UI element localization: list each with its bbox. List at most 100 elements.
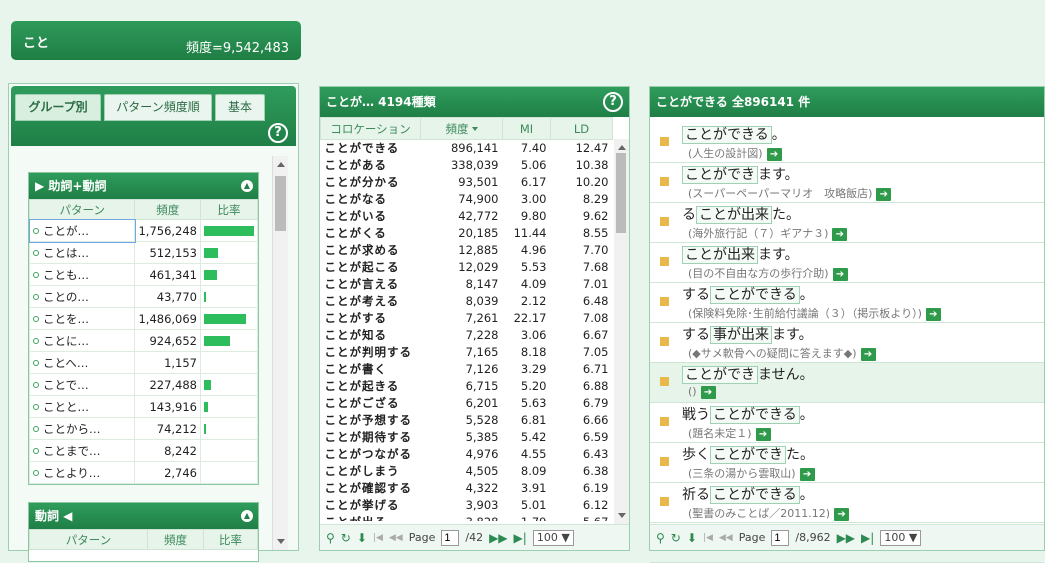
column-header-collocation[interactable]: コロケーション: [320, 117, 421, 140]
collocation-cell[interactable]: ことが期待する: [321, 429, 421, 446]
table-row[interactable]: ことより… 2,746: [28, 461, 258, 484]
table-row[interactable]: ことが求める 12,885 4.96 7.70: [321, 242, 613, 259]
open-source-icon[interactable]: ➔: [755, 427, 771, 441]
table-row[interactable]: ことが起こる 12,029 5.53 7.68: [321, 259, 613, 276]
refresh-icon[interactable]: ↻: [671, 531, 681, 545]
help-icon[interactable]: ?: [268, 123, 288, 143]
scroll-up-icon[interactable]: [618, 145, 626, 150]
table-row[interactable]: ことがしまう 4,505 8.09 6.38: [321, 463, 613, 480]
kwic-row[interactable]: 歩く ことができ た。 (三条の湯から雲取山) ➔: [650, 443, 1044, 483]
collocation-cell[interactable]: ことが予想する: [321, 412, 421, 429]
open-source-icon[interactable]: ➔: [700, 385, 716, 399]
open-source-icon[interactable]: ➔: [876, 187, 892, 201]
table-row[interactable]: ことが判明する 7,165 8.18 7.05: [321, 344, 613, 361]
next-page-icon[interactable]: ▶▶: [837, 531, 855, 545]
kwic-row[interactable]: 祈る ことができる。 (聖書のみことば／2011.12) ➔: [650, 483, 1044, 523]
column-header-mi[interactable]: MI: [502, 117, 551, 140]
collocation-cell[interactable]: ことが考える: [321, 293, 421, 310]
collocation-cell[interactable]: ことが挙げる: [321, 497, 421, 514]
column-header-pattern[interactable]: パターン: [29, 529, 148, 550]
pattern-cell[interactable]: ことと…: [28, 395, 136, 418]
pattern-cell[interactable]: ことから…: [28, 417, 136, 440]
table-row[interactable]: ことから… 74,212: [28, 417, 258, 440]
table-row[interactable]: ことに… 924,652: [28, 329, 258, 352]
table-row[interactable]: ことが確認する 4,322 3.91 6.19: [321, 480, 613, 497]
tab-pattern-frequency[interactable]: パターン頻度順: [104, 94, 212, 121]
open-source-icon[interactable]: ➔: [799, 467, 815, 481]
collapse-icon[interactable]: ▲: [241, 180, 253, 192]
open-source-icon[interactable]: ➔: [925, 307, 941, 321]
pattern-scrollbar[interactable]: [272, 156, 288, 550]
kwic-row[interactable]: 戦う ことができる。 (題名未定１) ➔: [650, 403, 1044, 443]
table-row[interactable]: ことがする 7,261 22.17 7.08: [321, 310, 613, 327]
prev-page-icon[interactable]: ◀◀: [719, 533, 733, 543]
table-row[interactable]: ことと… 143,916: [28, 395, 258, 418]
search-icon[interactable]: ⚲: [326, 531, 335, 545]
column-header-ratio[interactable]: 比率: [203, 529, 258, 550]
table-row[interactable]: ことが出る3,8281.795.67: [321, 514, 613, 521]
collapse-icon[interactable]: ▲: [241, 510, 253, 522]
open-source-icon[interactable]: ➔: [860, 347, 876, 361]
table-row[interactable]: ことが… 1,756,248: [28, 218, 258, 243]
column-header-frequency[interactable]: 頻度: [134, 199, 201, 220]
scroll-thumb[interactable]: [275, 176, 286, 231]
open-source-icon[interactable]: ➔: [832, 227, 848, 241]
table-row[interactable]: ことの… 43,770: [28, 285, 258, 308]
table-row[interactable]: ことができる 896,141 7.40 12.47: [321, 140, 613, 157]
table-row[interactable]: ことが挙げる 3,903 5.01 6.12: [321, 497, 613, 514]
collocation-cell[interactable]: ことが求める: [321, 242, 421, 259]
scroll-down-icon[interactable]: [277, 539, 285, 544]
open-source-icon[interactable]: ➔: [766, 147, 782, 161]
pattern-cell[interactable]: ことが…: [28, 218, 136, 243]
collocation-cell[interactable]: ことがなる: [321, 191, 421, 208]
first-page-icon[interactable]: |◀: [373, 533, 383, 543]
collocation-cell[interactable]: ことができる: [321, 140, 421, 157]
collocation-cell[interactable]: ことが起こる: [321, 259, 421, 276]
collocation-cell[interactable]: ことがある: [321, 157, 421, 174]
column-header-ld[interactable]: LD: [550, 117, 613, 140]
collocation-cell[interactable]: ことがいる: [321, 208, 421, 225]
tab-basic[interactable]: 基本: [215, 94, 265, 121]
kwic-row[interactable]: ことができる。 (人生の設計図) ➔: [650, 123, 1044, 163]
table-row[interactable]: ことがくる 20,185 11.44 8.55: [321, 225, 613, 242]
open-source-icon[interactable]: ➔: [832, 267, 848, 281]
table-row[interactable]: ことへ… 1,157: [28, 351, 258, 374]
collocation-cell[interactable]: ことが言える: [321, 276, 421, 293]
pattern-cell[interactable]: ことまで…: [28, 439, 136, 462]
pattern-cell[interactable]: ことより…: [28, 461, 136, 484]
pattern-cell[interactable]: ことは…: [28, 241, 136, 264]
collocation-cell[interactable]: ことがしまう: [321, 463, 421, 480]
pattern-cell[interactable]: ことに…: [28, 329, 136, 352]
pattern-cell[interactable]: ことで…: [28, 373, 136, 396]
table-row[interactable]: ことが起きる 6,715 5.20 6.88: [321, 378, 613, 395]
table-row[interactable]: ことが期待する 5,385 5.42 6.59: [321, 429, 613, 446]
help-icon[interactable]: ?: [603, 92, 623, 112]
page-input[interactable]: [771, 529, 790, 546]
kwic-row[interactable]: ことができ ません。() ➔: [650, 363, 1044, 403]
column-header-frequency[interactable]: 頻度: [147, 529, 204, 550]
table-row[interactable]: ことが分かる 93,501 6.17 10.20: [321, 174, 613, 191]
per-page-select[interactable]: 100 ▼: [880, 529, 922, 546]
scroll-thumb[interactable]: [616, 153, 626, 233]
collocation-cell[interactable]: ことがござる: [321, 395, 421, 412]
first-page-icon[interactable]: |◀: [703, 533, 713, 543]
pattern-cell[interactable]: ことを…: [28, 307, 136, 330]
table-row[interactable]: ことがつながる 4,976 4.55 6.43: [321, 446, 613, 463]
table-row[interactable]: ことがござる 6,201 5.63 6.79: [321, 395, 613, 412]
table-row[interactable]: ことが考える 8,039 2.12 6.48: [321, 293, 613, 310]
column-header-frequency[interactable]: 頻度: [420, 117, 503, 140]
table-row[interactable]: ことが書く 7,126 3.29 6.71: [321, 361, 613, 378]
pattern-cell[interactable]: ことも…: [28, 263, 136, 286]
next-page-icon[interactable]: ▶▶: [489, 531, 507, 545]
table-row[interactable]: ことは… 512,153: [28, 241, 258, 264]
kwic-row[interactable]: ることが出来 た。 (海外旅行記（７）ギアナ３) ➔: [650, 203, 1044, 243]
download-icon[interactable]: ⬇: [687, 531, 697, 545]
collocation-cell[interactable]: ことが起きる: [321, 378, 421, 395]
table-row[interactable]: ことも… 461,341: [28, 263, 258, 286]
collocation-cell[interactable]: ことが出る: [321, 514, 421, 521]
table-row[interactable]: ことがなる 74,900 3.00 8.29: [321, 191, 613, 208]
kwic-row[interactable]: ことができ ます。 (スーパーペーパーマリオ 攻略飯店) ➔: [650, 163, 1044, 203]
collocation-cell[interactable]: ことが知る: [321, 327, 421, 344]
pattern-cell[interactable]: ことへ…: [28, 351, 136, 374]
kwic-row[interactable]: する ことができる。 (保険料免除･生前給付議論（３）（掲示板より）) ➔: [650, 283, 1044, 323]
